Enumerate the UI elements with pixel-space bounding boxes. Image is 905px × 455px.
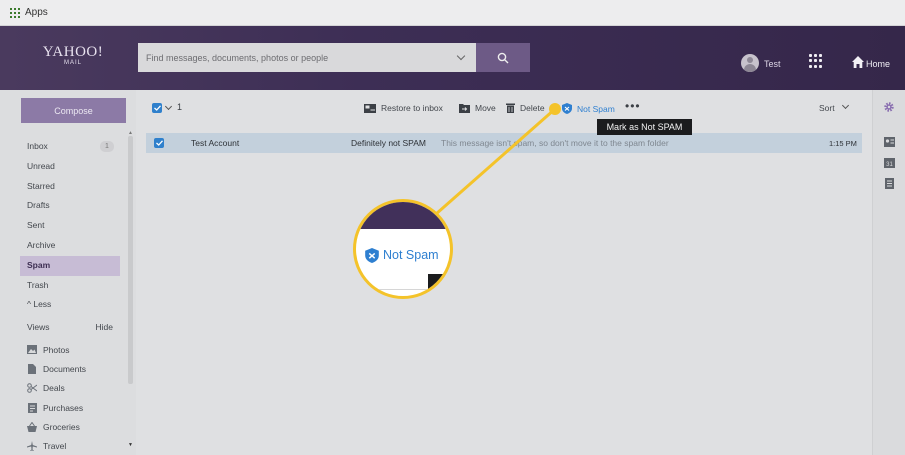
restore-inbox-icon xyxy=(364,103,376,113)
trash-icon xyxy=(506,103,515,113)
search-button[interactable] xyxy=(476,43,530,72)
not-spam-button[interactable]: Not Spam xyxy=(562,103,615,114)
move-button[interactable]: Move xyxy=(459,103,496,113)
mail-header: YAHOO! MAIL Test Home xyxy=(0,26,905,90)
contacts-icon[interactable] xyxy=(882,135,896,149)
message-sender: Test Account xyxy=(191,138,240,148)
selected-count: 1 xyxy=(177,102,183,112)
view-item-travel[interactable]: Travel xyxy=(27,436,122,455)
settings-gear-icon[interactable] xyxy=(882,100,896,114)
compose-button[interactable]: Compose xyxy=(21,98,126,123)
apps-bar: Apps xyxy=(0,0,905,26)
magnifier-not-spam-label: Not Spam xyxy=(383,248,439,262)
sidebar-item-less[interactable]: ^ Less xyxy=(20,295,120,315)
search-icon xyxy=(497,52,509,63)
apps-grid-icon[interactable] xyxy=(10,7,20,18)
search-box xyxy=(138,43,476,72)
view-item-label: Deals xyxy=(43,383,65,394)
notepad-icon[interactable] xyxy=(882,176,896,190)
sort-button[interactable]: Sort xyxy=(819,103,835,113)
sidebar-item-trash[interactable]: Trash xyxy=(20,276,120,296)
folder-move-icon xyxy=(459,103,470,113)
views-header: Views Hide xyxy=(27,322,113,332)
logo-main-text: YAHOO! xyxy=(42,44,104,60)
view-item-label: Photos xyxy=(43,344,70,355)
svg-text:31: 31 xyxy=(886,162,893,168)
view-item-label: Purchases xyxy=(43,402,84,413)
view-item-label: Documents xyxy=(43,363,86,374)
sort-chevron-icon[interactable] xyxy=(841,101,850,110)
calendar-icon[interactable]: 31 xyxy=(882,156,896,170)
message-subject: Definitely not SPAM xyxy=(351,138,426,148)
zoom-magnifier: Not Spam M xyxy=(353,199,453,299)
sidebar-item-inbox[interactable]: Inbox 1 xyxy=(20,137,120,157)
sidebar-item-label: Inbox xyxy=(27,141,48,151)
document-icon xyxy=(27,363,37,374)
shield-icon xyxy=(365,248,379,263)
sidebar-item-drafts[interactable]: Drafts xyxy=(20,196,120,216)
table-row[interactable]: Test Account Definitely not SPAM This me… xyxy=(146,133,862,153)
view-item-photos[interactable]: Photos xyxy=(27,340,122,359)
apps-label[interactable]: Apps xyxy=(25,7,48,18)
yahoo-mail-logo[interactable]: YAHOO! MAIL xyxy=(38,44,108,66)
callout-target-dot xyxy=(549,103,561,115)
search-options-chevron-icon[interactable] xyxy=(456,51,466,61)
select-all-checkbox[interactable] xyxy=(152,103,162,113)
restore-to-inbox-label: Restore to inbox xyxy=(381,103,443,113)
checkmark-icon xyxy=(155,140,163,146)
views-title: Views xyxy=(27,322,50,332)
view-item-label: Groceries xyxy=(43,421,80,432)
home-icon[interactable] xyxy=(851,55,865,69)
scissors-icon xyxy=(27,383,37,394)
move-label: Move xyxy=(475,103,496,113)
select-options-chevron-icon[interactable] xyxy=(164,102,173,111)
restore-to-inbox-button[interactable]: Restore to inbox xyxy=(364,103,443,113)
sidebar-item-starred[interactable]: Starred xyxy=(20,177,120,197)
message-toolbar: 1 Restore to inbox Move Delete Not Spam … xyxy=(136,90,872,130)
message-time: 1:15 PM xyxy=(829,139,857,148)
delete-button[interactable]: Delete xyxy=(506,103,545,113)
checkmark-icon xyxy=(153,105,161,111)
not-spam-tooltip: Mark as Not SPAM xyxy=(597,119,692,135)
sidebar-item-unread[interactable]: Unread xyxy=(20,157,120,177)
view-item-deals[interactable]: Deals xyxy=(27,379,122,398)
sidebar: Compose Inbox 1 Unread Starred Drafts Se… xyxy=(0,90,136,455)
views-list: Photos Documents Deals Purchases Groceri… xyxy=(27,340,122,455)
view-item-label: Travel xyxy=(43,441,67,452)
sidebar-scrollbar[interactable]: ▲ ▼ xyxy=(127,130,133,455)
sidebar-item-spam[interactable]: Spam xyxy=(20,255,120,276)
sidebar-item-sent[interactable]: Sent xyxy=(20,216,120,236)
view-item-purchases[interactable]: Purchases xyxy=(27,398,122,417)
sidebar-scroll-thumb[interactable] xyxy=(128,136,133,384)
message-checkbox[interactable] xyxy=(154,138,164,148)
more-actions-button[interactable]: ••• xyxy=(625,99,641,113)
airplane-icon xyxy=(27,441,37,452)
magnifier-header-strip xyxy=(356,202,450,229)
search-input[interactable] xyxy=(146,52,446,63)
inbox-count-badge: 1 xyxy=(100,141,114,152)
user-name[interactable]: Test xyxy=(764,59,781,69)
magnifier-tooltip-fragment: M xyxy=(428,274,450,296)
basket-icon xyxy=(27,421,37,432)
home-link[interactable]: Home xyxy=(866,59,890,69)
delete-label: Delete xyxy=(520,103,545,113)
right-rail: 31 xyxy=(872,90,905,455)
user-avatar[interactable] xyxy=(741,54,759,72)
sidebar-item-archive[interactable]: Archive xyxy=(20,236,120,256)
not-spam-label: Not Spam xyxy=(577,103,615,114)
folder-list: Inbox 1 Unread Starred Drafts Sent Archi… xyxy=(20,137,120,315)
app-launcher-icon[interactable] xyxy=(809,54,823,68)
message-preview: This message isn't spam, so don't move i… xyxy=(441,138,669,148)
photos-icon xyxy=(27,345,37,355)
scroll-down-arrow-icon[interactable]: ▼ xyxy=(128,442,133,448)
receipt-icon xyxy=(27,402,37,413)
views-hide-link[interactable]: Hide xyxy=(96,322,113,332)
shield-icon xyxy=(562,103,572,114)
view-item-groceries[interactable]: Groceries xyxy=(27,417,122,436)
view-item-documents[interactable]: Documents xyxy=(27,359,122,378)
